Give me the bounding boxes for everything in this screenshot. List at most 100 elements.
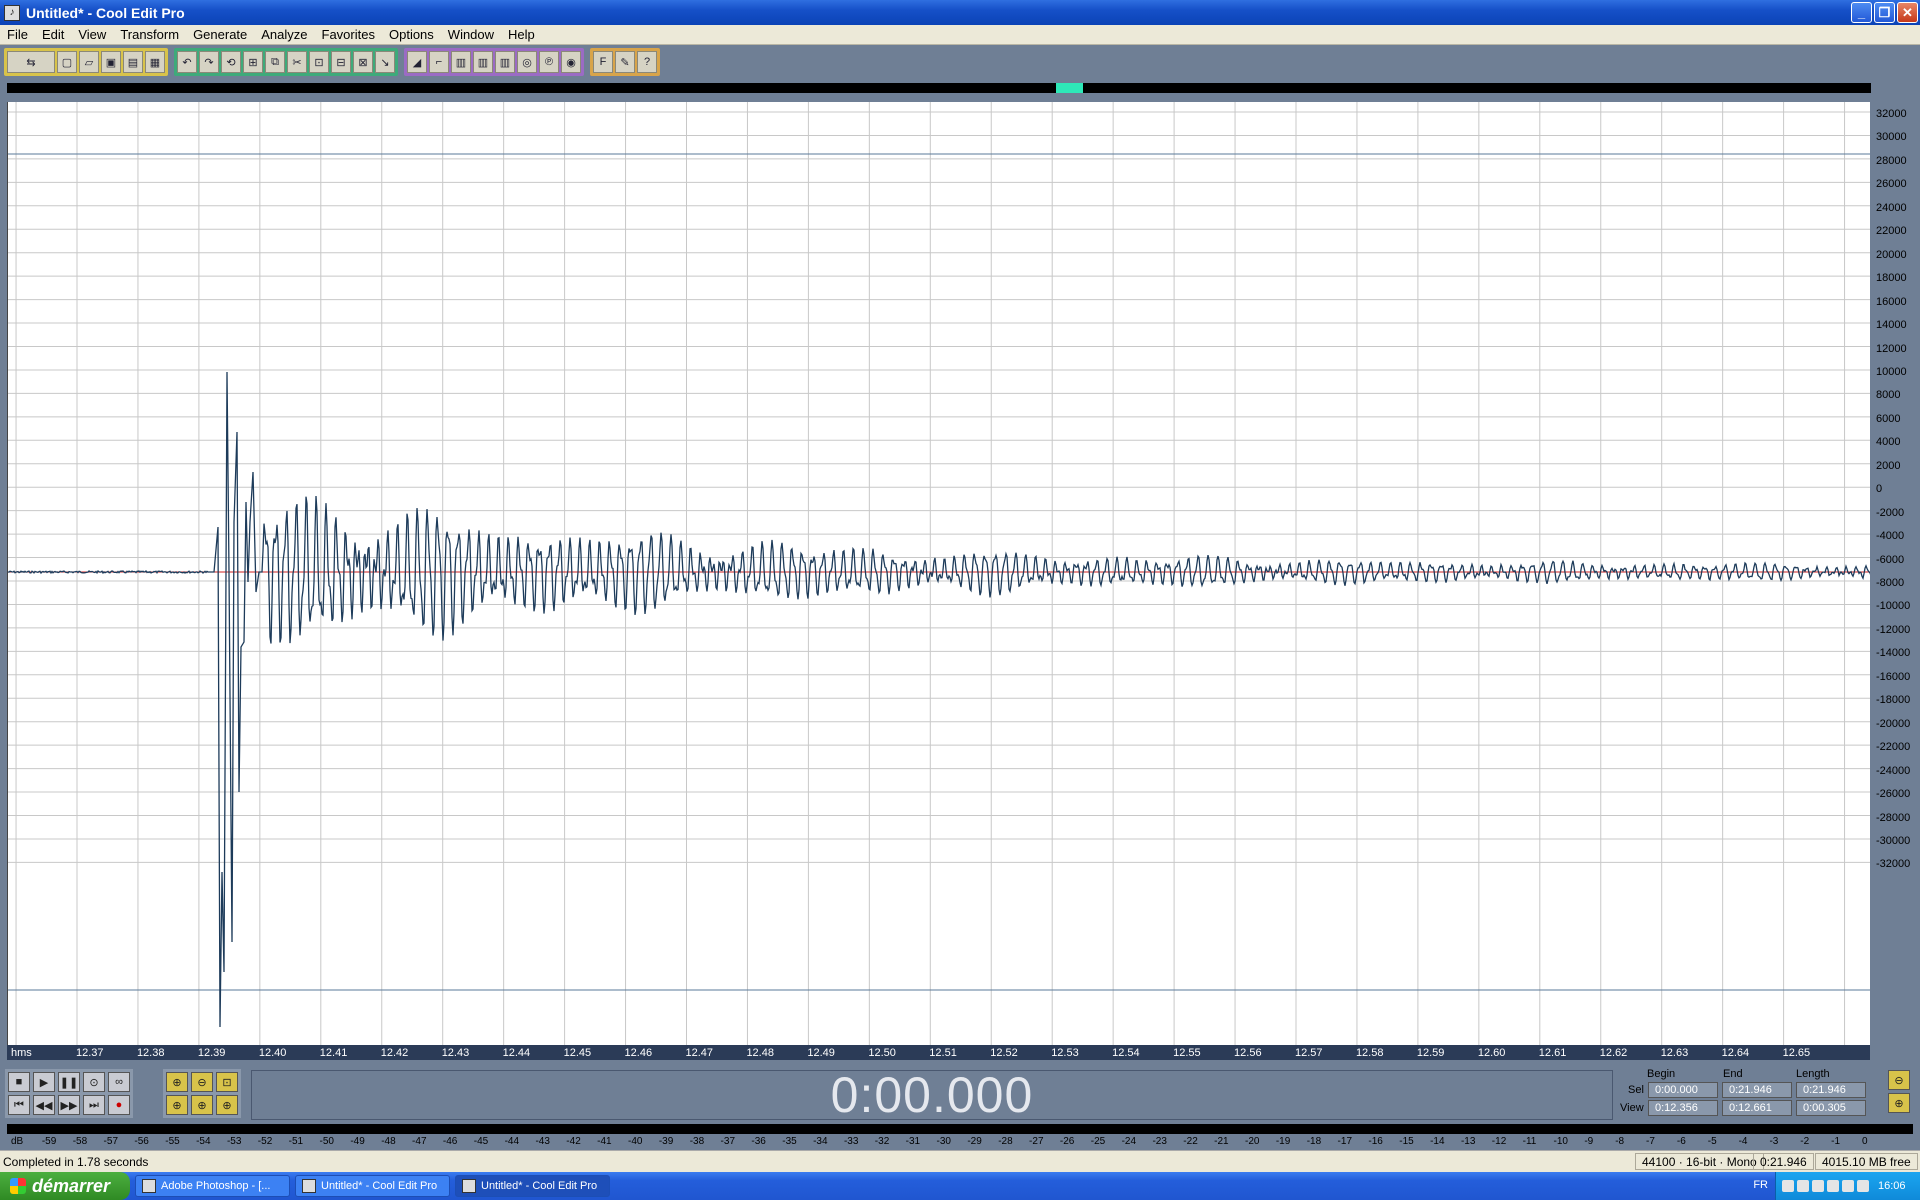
play-icon[interactable]: ▶ (33, 1072, 55, 1092)
view-begin-field[interactable]: 0:12.356 (1648, 1100, 1718, 1116)
view-end-field[interactable]: 0:12.661 (1722, 1100, 1792, 1116)
favorites-icon[interactable]: F (593, 51, 613, 73)
menu-help[interactable]: Help (501, 27, 542, 42)
sel-end-field[interactable]: 0:21.946 (1722, 1082, 1792, 1098)
save-icon[interactable]: ▣ (101, 51, 121, 73)
menu-file[interactable]: File (0, 27, 35, 42)
zoom-selection-right-icon[interactable]: ⊕ (216, 1095, 238, 1115)
restore-button[interactable]: ❐ (1874, 2, 1895, 23)
start-button[interactable]: démarrer (0, 1172, 130, 1200)
amplitude-label: -6000 (1876, 553, 1905, 566)
time-ruler-label: 12.64 (1721, 1047, 1750, 1059)
go-to-start-icon[interactable]: ⏮ (8, 1095, 30, 1115)
zoom-selection-left-icon[interactable]: ⊕ (166, 1095, 188, 1115)
new-file-icon[interactable]: ▢ (57, 51, 77, 73)
menu-edit[interactable]: Edit (35, 27, 71, 42)
tray-av-icon[interactable] (1842, 1180, 1854, 1192)
sel-begin-field[interactable]: 0:00.000 (1648, 1082, 1718, 1098)
header-length: Length (1796, 1068, 1830, 1080)
cut-icon[interactable]: ✂ (287, 51, 307, 73)
amplitude-label: 2000 (1876, 459, 1901, 472)
level-meter-label: -28 (998, 1136, 1013, 1147)
task-photoshop[interactable]: Adobe Photoshop - [... (135, 1175, 290, 1197)
zoom-out-vertical-icon[interactable]: ⊖ (1888, 1070, 1910, 1090)
grid-2-icon[interactable]: ▥ (473, 51, 493, 73)
level-meter-label: -14 (1430, 1136, 1445, 1147)
open-file-icon[interactable]: ▱ (79, 51, 99, 73)
task-label: Adobe Photoshop - [... (161, 1180, 271, 1192)
tray-security-icon[interactable] (1812, 1180, 1824, 1192)
pitch-icon[interactable]: ℗ (539, 51, 559, 73)
paste-new-icon[interactable]: ⊟ (331, 51, 351, 73)
trim-icon[interactable]: ↘ (375, 51, 395, 73)
level-meter-label: -24 (1121, 1136, 1137, 1147)
sel-length-field[interactable]: 0:21.946 (1796, 1082, 1866, 1098)
level-meter-label: -45 (473, 1136, 489, 1147)
cool-edit-icon[interactable]: ♪ (4, 4, 20, 21)
frequency-icon[interactable]: ◎ (517, 51, 537, 73)
pause-icon[interactable]: ❚❚ (58, 1072, 80, 1092)
stop-icon[interactable]: ■ (8, 1072, 30, 1092)
zoom-in-horizontal-icon[interactable]: ⊕ (166, 1072, 188, 1092)
menu-transform[interactable]: Transform (113, 27, 186, 42)
menu-window[interactable]: Window (441, 27, 501, 42)
volume-icon[interactable] (1857, 1180, 1869, 1192)
record-icon[interactable]: ● (108, 1095, 130, 1115)
waveform-display[interactable] (7, 102, 1872, 1045)
amplitude-label: 24000 (1876, 201, 1907, 214)
time-ruler-label: 12.62 (1599, 1047, 1628, 1059)
paste-icon[interactable]: ⊡ (309, 51, 329, 73)
grid-1-icon[interactable]: ▥ (451, 51, 471, 73)
amplitude-label: -4000 (1876, 530, 1905, 543)
grid-3-icon[interactable]: ▥ (495, 51, 515, 73)
fast-forward-icon[interactable]: ▶▶ (58, 1095, 80, 1115)
cd-icon[interactable]: ◉ (561, 51, 581, 73)
view-range-marker[interactable] (1056, 83, 1083, 93)
amplitude-label: -10000 (1876, 600, 1911, 613)
level-meter-label: -30 (936, 1136, 951, 1147)
tray-app-icon[interactable] (1827, 1180, 1839, 1192)
multitrack-toggle-icon[interactable]: ⇆ (7, 51, 55, 73)
tray-network-icon[interactable] (1797, 1180, 1809, 1192)
level-meter-label: -49 (350, 1136, 365, 1147)
menu-options[interactable]: Options (382, 27, 441, 42)
zoom-in-vertical-icon[interactable]: ⊕ (1888, 1093, 1910, 1113)
menu-favorites[interactable]: Favorites (315, 27, 382, 42)
loop-icon[interactable]: ∞ (108, 1072, 130, 1092)
menu-analyze[interactable]: Analyze (254, 27, 314, 42)
task-cool-edit-2[interactable]: Untitled* - Cool Edit Pro (455, 1175, 610, 1197)
help-icon[interactable]: ? (637, 51, 657, 73)
vertical-zoom-controls: ⊖ ⊕ (1888, 1070, 1910, 1113)
amplitude-label: -2000 (1876, 506, 1905, 519)
mix-paste-icon[interactable]: ⊠ (353, 51, 373, 73)
tray-arrow-icon[interactable] (1782, 1180, 1794, 1192)
zoom-out-horizontal-icon[interactable]: ⊖ (191, 1072, 213, 1092)
settings-icon[interactable]: ✎ (615, 51, 635, 73)
copy-icon[interactable]: ⧉ (265, 51, 285, 73)
save-as-icon[interactable]: ▤ (123, 51, 143, 73)
minimize-button[interactable]: _ (1851, 2, 1872, 23)
zoom-selection-icon[interactable]: ⊕ (191, 1095, 213, 1115)
menu-view[interactable]: View (71, 27, 113, 42)
task-cool-edit-1[interactable]: Untitled* - Cool Edit Pro (295, 1175, 450, 1197)
overview-bar[interactable] (7, 83, 1871, 93)
save-selection-icon[interactable]: ▦ (145, 51, 165, 73)
undo-icon[interactable]: ↶ (177, 51, 197, 73)
go-to-end-icon[interactable]: ⏭ (83, 1095, 105, 1115)
amplitude-ruler (1870, 102, 1920, 1045)
play-to-end-icon[interactable]: ⊙ (83, 1072, 105, 1092)
envelope-icon[interactable]: ◢ (407, 51, 427, 73)
language-indicator[interactable]: FR (1753, 1179, 1768, 1191)
zoom-full-icon[interactable]: ⊡ (216, 1072, 238, 1092)
rewind-icon[interactable]: ◀◀ (33, 1095, 55, 1115)
level-meter-label: -18 (1306, 1136, 1322, 1147)
view-length-field[interactable]: 0:00.305 (1796, 1100, 1866, 1116)
copy-to-new-icon[interactable]: ⊞ (243, 51, 263, 73)
level-meter-label: -44 (504, 1136, 520, 1147)
normalize-icon[interactable]: ⌐ (429, 51, 449, 73)
repeat-icon[interactable]: ⟲ (221, 51, 241, 73)
menu-generate[interactable]: Generate (186, 27, 254, 42)
redo-icon[interactable]: ↷ (199, 51, 219, 73)
level-meter-label: -6 (1676, 1136, 1686, 1147)
close-button[interactable]: ✕ (1897, 2, 1918, 23)
